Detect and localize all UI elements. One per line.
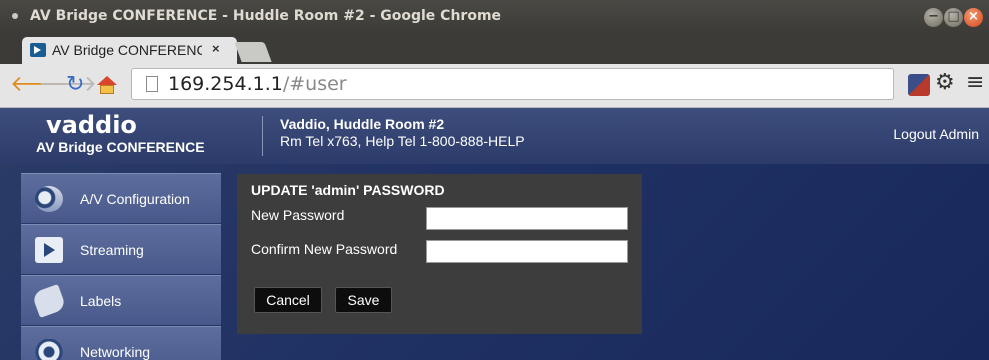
confirm-password-field[interactable] [426,240,628,263]
window-menu-dot-icon[interactable] [12,13,18,19]
reload-icon[interactable]: ↻ [66,74,84,96]
home-body [100,85,114,94]
home-roof [97,76,117,85]
window-controls: − □ × [924,8,983,27]
minimize-button[interactable]: − [924,8,943,27]
update-password-panel: UPDATE 'admin' PASSWORD New Password Con… [237,174,642,334]
extension-icon[interactable] [908,74,930,96]
maximize-button[interactable]: □ [944,8,963,27]
url-path: /#user [282,73,347,95]
labels-icon [31,283,67,319]
header-divider [262,116,263,156]
sidebar-item-label: Labels [80,293,122,309]
room-contact: Rm Tel x763, Help Tel 1-800-888-HELP [280,133,525,149]
address-url[interactable]: 169.254.1.1/#user [168,73,347,95]
new-password-label: New Password [251,207,345,223]
page-icon [146,76,158,92]
sidebar-item-label: Networking [80,344,151,360]
logout-link[interactable]: Logout Admin [893,126,979,142]
window-title: AV Bridge CONFERENCE - Huddle Room #2 - … [30,8,502,24]
av-configuration-icon [35,186,63,212]
tab-title: AV Bridge CONFERENC [52,42,202,58]
browser-tab-active[interactable]: AV Bridge CONFERENC × [22,37,237,64]
gear-icon[interactable]: ⚙ [935,70,955,95]
new-password-field[interactable] [426,207,628,230]
confirm-password-label: Confirm New Password [251,241,398,257]
home-icon[interactable] [96,76,118,94]
page-content: vaddio AV Bridge CONFERENCE Vaddio, Hudd… [0,108,989,360]
sidebar-item-label: Streaming [80,242,144,258]
app-header: vaddio AV Bridge CONFERENCE Vaddio, Hudd… [0,108,989,164]
menu-icon[interactable]: ≡ [966,70,984,95]
sidebar-item-av-configuration[interactable]: A/V Configuration [21,173,221,223]
sidebar-item-labels[interactable]: Labels [21,275,221,325]
sidebar-item-label: A/V Configuration [80,191,190,207]
sidebar-nav: A/V Configuration Streaming Labels Netwo… [21,173,221,360]
save-button[interactable]: Save [335,287,392,313]
sidebar-item-streaming[interactable]: Streaming [21,224,221,274]
url-host: 169.254.1.1 [168,73,283,95]
room-name: Vaddio, Huddle Room #2 [280,116,445,132]
address-bar[interactable]: 169.254.1.1/#user [131,68,894,100]
browser-toolbar: 🡐 🡒 ↻ 169.254.1.1/#user [0,64,989,108]
window-titlebar: AV Bridge CONFERENCE - Huddle Room #2 - … [0,0,989,36]
product-name: AV Bridge CONFERENCE [36,139,205,155]
vaddio-logo: vaddio [46,111,137,139]
streaming-icon [35,237,63,263]
sidebar-item-networking[interactable]: Networking [21,326,221,360]
cancel-button[interactable]: Cancel [254,287,322,313]
vaddio-favicon-icon [30,43,46,57]
networking-icon [35,339,63,360]
close-window-button[interactable]: × [964,8,983,27]
tab-close-icon[interactable]: × [212,41,220,56]
panel-title: UPDATE 'admin' PASSWORD [251,182,445,198]
new-tab-button[interactable] [234,42,272,62]
